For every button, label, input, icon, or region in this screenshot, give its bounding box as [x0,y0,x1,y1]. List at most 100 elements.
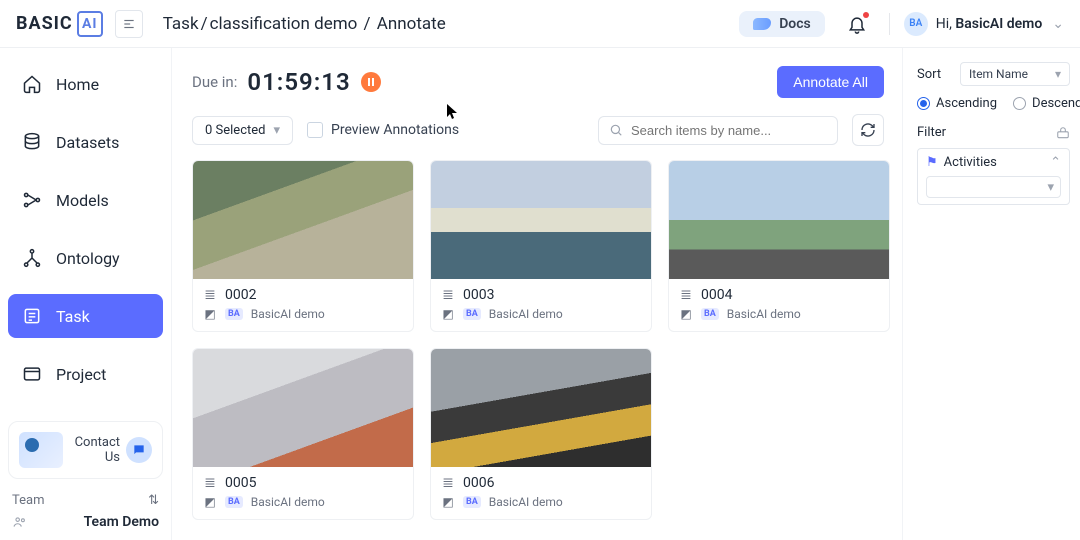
item-id: 0003 [463,287,494,303]
contact-illustration [19,432,63,468]
item-thumbnail [669,161,889,279]
team-selector[interactable]: Team Demo [8,514,163,530]
chevron-down-icon: ▾ [1047,180,1054,195]
item-card[interactable]: ≣ 0002 ◩ BA BasicAI demo [192,160,414,332]
filter-settings-icon[interactable] [1056,126,1070,140]
breadcrumb-page: Annotate [377,14,446,34]
owner-badge: BA [463,496,481,508]
team-section-header: Team ⇅ [8,493,163,514]
item-card[interactable]: ≣0003 ◩BABasicAI demo [430,160,652,332]
item-owner: BasicAI demo [251,307,325,321]
activities-select[interactable]: ▾ [926,176,1061,198]
list-icon: ≣ [203,287,217,303]
user-icon: ◩ [679,307,693,321]
chat-icon [126,437,152,463]
sidebar-item-project[interactable]: Project [8,352,163,396]
search-input-wrapper[interactable] [598,116,838,145]
item-owner: BasicAI demo [251,495,325,509]
notifications-button[interactable] [847,14,867,34]
checkbox-icon [307,122,323,138]
sidebar-item-label: Ontology [56,249,120,268]
owner-badge: BA [701,308,719,320]
user-menu[interactable]: BA Hi, BasicAI demo ⌄ [904,12,1064,36]
right-panel: Sort Item Name ▾ Ascending Descending Fi… [902,48,1080,540]
selection-count: 0 Selected [205,123,265,138]
item-owner: BasicAI demo [727,307,801,321]
user-icon: ◩ [441,495,455,509]
sidebar-collapse-button[interactable] [115,10,143,38]
item-card[interactable]: ≣ 0004 ◩ BA BasicAI demo [668,160,890,332]
item-owner: BasicAI demo [489,307,563,321]
sort-value: Item Name [969,67,1028,81]
people-icon [12,515,28,529]
search-input[interactable] [631,123,827,138]
sort-order-descending[interactable]: Descending [1013,96,1080,111]
docs-button[interactable]: Docs [739,11,825,37]
sidebar-item-label: Models [56,191,109,210]
database-icon [22,132,42,152]
countdown-value: 01:59:13 [247,68,350,96]
sort-select[interactable]: Item Name ▾ [960,62,1070,86]
network-icon [22,190,42,210]
sort-label: Sort [917,67,941,82]
sidebar-item-label: Datasets [56,133,119,152]
item-card[interactable]: ≣0005 ◩BABasicAI demo [192,348,414,520]
user-icon: ◩ [203,307,217,321]
pause-button[interactable] [361,72,381,92]
item-card[interactable]: ≣ 0006 ◩ BA BasicAI demo [430,348,652,520]
notification-dot [863,12,869,18]
annotate-all-button[interactable]: Annotate All [777,66,884,98]
item-id: 0006 [463,475,494,491]
sidebar-item-label: Project [56,365,106,384]
sidebar-item-models[interactable]: Models [8,178,163,222]
item-thumbnail [431,161,651,279]
refresh-button[interactable] [852,114,884,146]
user-greeting: Hi, BasicAI demo [936,16,1043,32]
sidebar-item-task[interactable]: Task [8,294,163,338]
sidebar-item-label: Task [56,307,90,326]
sort-icon[interactable]: ⇅ [148,493,159,508]
chevron-down-icon: ▾ [273,123,280,138]
item-id: 0004 [701,287,732,303]
task-icon [22,306,42,326]
item-thumbnail [431,349,651,467]
topbar: BASIC AI Task/classification demo / Anno… [0,0,1080,48]
brand-logo[interactable]: BASIC AI [16,11,103,37]
contact-us-label: Contact Us [63,435,120,465]
radio-icon [1013,97,1026,110]
selection-dropdown[interactable]: 0 Selected ▾ [192,116,293,145]
filter-activities: ⚑Activities ⌃ ▾ [917,148,1070,205]
hierarchy-icon [22,248,42,268]
filter-activities-toggle[interactable]: ⚑Activities ⌃ [926,155,1061,170]
refresh-icon [860,122,876,138]
docs-label: Docs [779,16,811,32]
list-icon: ≣ [441,475,455,491]
sidebar-item-ontology[interactable]: Ontology [8,236,163,280]
sidebar-item-label: Home [56,75,99,94]
breadcrumb: Task/classification demo / Annotate [163,14,446,34]
breadcrumb-project[interactable]: classification demo [210,14,358,34]
activities-label: Activities [944,155,997,170]
user-icon: ◩ [203,495,217,509]
list-icon: ≣ [679,287,693,303]
due-label: Due in: [192,73,237,91]
radio-icon [917,97,930,110]
due-countdown: Due in: 01:59:13 [192,68,381,96]
contact-us-card[interactable]: Contact Us [8,421,163,479]
sidebar-item-home[interactable]: Home [8,62,163,106]
avatar: BA [904,12,928,36]
user-icon: ◩ [441,307,455,321]
chevron-up-icon: ⌃ [1050,155,1061,170]
descending-label: Descending [1032,96,1080,111]
item-id: 0002 [225,287,256,303]
breadcrumb-root[interactable]: Task [163,14,199,34]
item-id: 0005 [225,475,256,491]
sort-order-ascending[interactable]: Ascending [917,96,997,111]
preview-annotations-checkbox[interactable]: Preview Annotations [307,122,459,138]
owner-badge: BA [225,308,243,320]
sidebar: Home Datasets Models Ontology Task Proje… [0,48,172,540]
item-thumbnail [193,349,413,467]
item-owner: BasicAI demo [489,495,563,509]
item-thumbnail [193,161,413,279]
sidebar-item-datasets[interactable]: Datasets [8,120,163,164]
